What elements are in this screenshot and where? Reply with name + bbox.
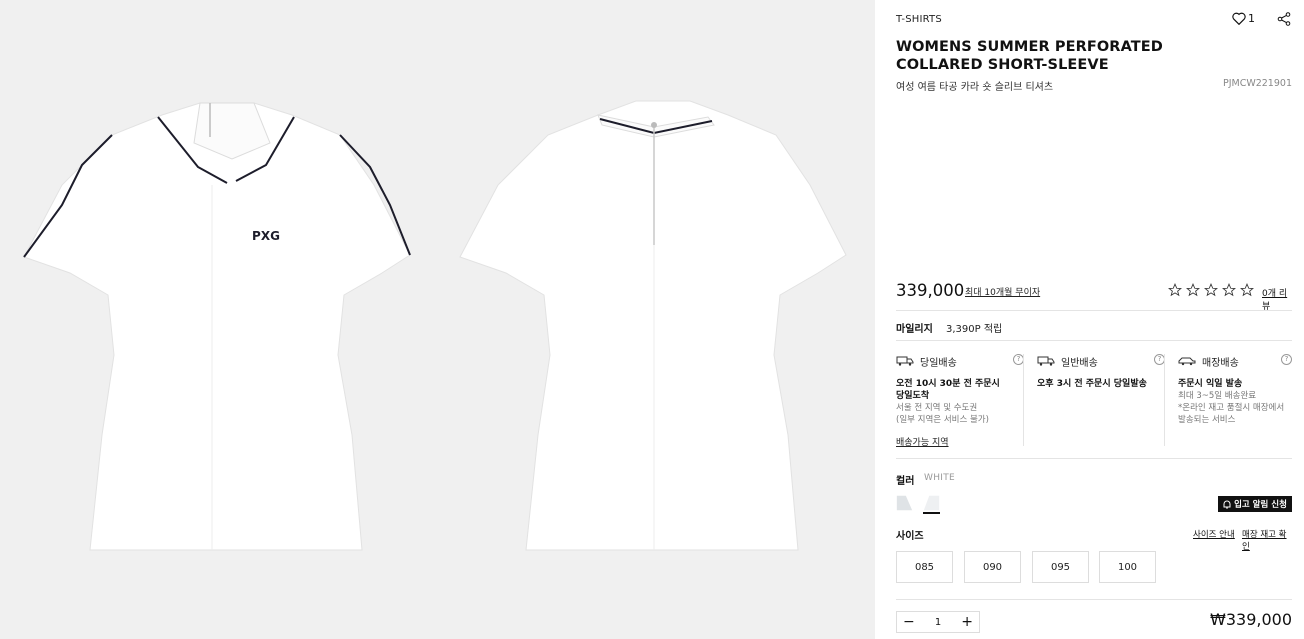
star-icon xyxy=(1204,283,1218,297)
installment-link[interactable]: 최대 10개월 무이자 xyxy=(965,285,1040,298)
quantity-stepper: − 1 + xyxy=(896,611,980,633)
shipping-title: 당일배송 xyxy=(920,357,957,369)
shipping-note: 최대 3~5일 배송완료 *온라인 재고 품절시 매장에서 발송되는 서비스 xyxy=(1178,391,1285,425)
restock-notify-button[interactable]: 입고 알림 신청 xyxy=(1218,496,1292,512)
size-option-095[interactable]: 095 xyxy=(1032,551,1089,583)
product-gallery: PXG xyxy=(0,0,875,639)
divider xyxy=(896,458,1292,459)
rating-stars xyxy=(1168,283,1254,297)
restock-notify-label: 입고 알림 신청 xyxy=(1234,500,1287,510)
mileage-value: 3,390P 적립 xyxy=(946,324,1003,335)
total-price: ₩339,000 xyxy=(1210,610,1292,629)
product-price: 339,000 xyxy=(896,281,965,300)
bell-icon xyxy=(1223,500,1231,509)
shipping-note: 서울 전 지역 및 수도권 (일부 지역은 서비스 불가) xyxy=(896,403,989,425)
shipping-sameday: 당일배송 ? 오전 10시 30분 전 주문시 당일도착 서울 전 지역 및 수… xyxy=(896,354,1024,426)
store-stock-link[interactable]: 매장 재고 확인 xyxy=(1242,528,1292,552)
pxg-logo: PXG xyxy=(252,229,280,243)
product-image-front[interactable]: PXG xyxy=(22,95,412,555)
color-swatch-white[interactable] xyxy=(923,494,940,514)
divider xyxy=(896,340,1292,341)
help-icon[interactable]: ? xyxy=(1281,354,1292,365)
like-button[interactable]: 1 xyxy=(1232,12,1255,25)
shipping-standard: 일반배송 ? 오후 3시 전 주문시 당일발송 xyxy=(1037,354,1165,390)
color-label: 컬러 xyxy=(896,476,915,487)
star-icon xyxy=(1168,283,1182,297)
car-icon xyxy=(1178,357,1196,366)
shipping-detail: 오후 3시 전 주문시 당일발송 xyxy=(1037,379,1147,389)
color-swatch-1[interactable] xyxy=(896,494,913,514)
size-option-085[interactable]: 085 xyxy=(896,551,953,583)
star-icon xyxy=(1222,283,1236,297)
shipping-detail: 주문시 익일 발송 xyxy=(1178,379,1243,389)
decrease-quantity-button[interactable]: − xyxy=(903,615,915,629)
product-subtitle: 여성 여름 타공 카라 숏 슬리브 티셔츠 xyxy=(896,82,1054,93)
star-icon xyxy=(1186,283,1200,297)
quantity-value: 1 xyxy=(934,616,942,628)
heart-icon xyxy=(1232,12,1246,25)
category-label[interactable]: T-SHIRTS xyxy=(896,14,942,25)
shipping-area-link[interactable]: 배송가능 지역 xyxy=(896,435,949,448)
product-code: PJMCW221901 xyxy=(1222,78,1292,89)
star-icon xyxy=(1240,283,1254,297)
shipping-title: 일반배송 xyxy=(1061,357,1098,369)
color-value: WHITE xyxy=(924,473,956,483)
divider xyxy=(896,599,1292,600)
review-count-link[interactable]: 0개 리뷰 xyxy=(1262,286,1292,312)
column-divider xyxy=(1023,354,1024,446)
size-option-090[interactable]: 090 xyxy=(964,551,1021,583)
mileage-label: 마일리지 xyxy=(896,324,933,335)
share-icon[interactable] xyxy=(1277,12,1291,26)
truck-icon xyxy=(896,356,914,366)
truck-icon xyxy=(1037,356,1055,366)
divider xyxy=(896,310,1292,311)
increase-quantity-button[interactable]: + xyxy=(961,615,973,629)
like-count: 1 xyxy=(1248,12,1255,25)
shipping-store: 매장배송 ? 주문시 익일 발송 최대 3~5일 배송완료 *온라인 재고 품절… xyxy=(1178,354,1292,426)
size-label: 사이즈 xyxy=(896,531,924,542)
shipping-detail: 오전 10시 30분 전 주문시 당일도착 xyxy=(896,379,1000,401)
column-divider xyxy=(1164,354,1165,446)
size-option-100[interactable]: 100 xyxy=(1099,551,1156,583)
product-image-back[interactable] xyxy=(458,95,848,555)
size-guide-link[interactable]: 사이즈 안내 xyxy=(1193,528,1235,540)
shipping-title: 매장배송 xyxy=(1202,357,1239,369)
product-title: WOMENS SUMMER PERFORATED COLLARED SHORT-… xyxy=(896,39,1163,73)
product-info-panel: T-SHIRTS 1 WOMENS SUMMER PERFORATED COLL… xyxy=(896,0,1292,639)
